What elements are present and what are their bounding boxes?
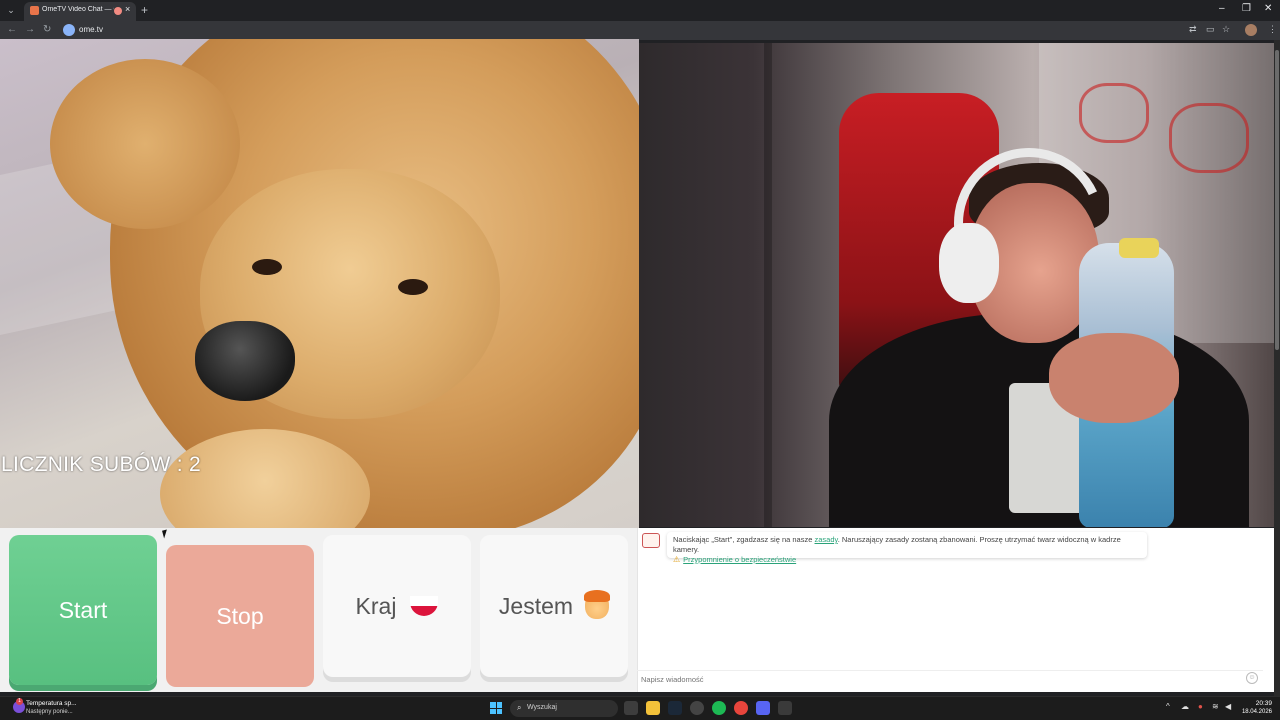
tab-title: OmeTV Video Chat — Ome bbox=[42, 6, 114, 13]
app-icon[interactable] bbox=[690, 701, 704, 715]
start-button-label: Start bbox=[58, 596, 108, 623]
country-button[interactable]: Kraj bbox=[323, 535, 471, 677]
wifi-icon[interactable]: ≋ bbox=[1212, 702, 1219, 711]
headphone-earcup bbox=[939, 223, 999, 303]
tray-app-icon[interactable]: ☁ bbox=[1181, 702, 1189, 711]
close-window-button[interactable]: ✕ bbox=[1264, 3, 1272, 14]
windows-start-icon[interactable] bbox=[490, 702, 502, 714]
sub-counter-overlay: LICZNIK SUBÓW : 2 bbox=[1, 453, 201, 476]
cast-icon[interactable]: ▭ bbox=[1206, 24, 1215, 35]
weather-subtitle[interactable]: Następny ponie... bbox=[26, 709, 73, 715]
dog-eye bbox=[252, 259, 282, 275]
search-icon: ⌕ bbox=[517, 703, 522, 712]
safety-reminder-link[interactable]: Przypomnienie o bezpieczeństwie bbox=[683, 555, 796, 564]
emoji-picker-icon[interactable]: ☺ bbox=[1246, 672, 1258, 684]
browser-menu-icon[interactable]: ⋮ bbox=[1268, 24, 1277, 35]
discord-icon[interactable] bbox=[756, 701, 770, 715]
stop-button-label: Stop bbox=[216, 602, 264, 629]
tab-close-icon[interactable]: × bbox=[125, 4, 130, 14]
gender-button[interactable]: Jestem bbox=[480, 535, 628, 677]
address-bar: ← → ↻ ome.tv ⇄ ▭ ☆ ⋮ bbox=[0, 21, 1280, 40]
chrome-icon[interactable] bbox=[734, 701, 748, 715]
message-input[interactable] bbox=[641, 673, 1201, 686]
dog-eye bbox=[398, 279, 428, 295]
app-icon[interactable] bbox=[778, 701, 792, 715]
volume-icon[interactable]: ◀ bbox=[1225, 702, 1231, 711]
rules-notice: Naciskając „Start", zgadzasz się na nasz… bbox=[667, 532, 1147, 564]
poster-graffiti bbox=[1169, 103, 1249, 173]
browser-tab[interactable]: OmeTV Video Chat — Ome × bbox=[24, 2, 136, 21]
start-button[interactable]: Start bbox=[9, 535, 157, 685]
weather-badge: 1 bbox=[16, 698, 23, 705]
person-hand bbox=[1049, 333, 1179, 423]
forward-arrow-icon[interactable]: → bbox=[25, 24, 35, 35]
tab-search-icon[interactable]: ⌄ bbox=[4, 3, 18, 17]
dog-nose bbox=[195, 321, 295, 401]
dog-ear bbox=[50, 59, 240, 229]
ometv-logo-icon bbox=[642, 533, 660, 548]
poland-flag-icon bbox=[410, 596, 439, 616]
local-video: LICZNIK SUBÓW : 2 bbox=[0, 39, 639, 528]
maximize-button[interactable]: ❐ bbox=[1242, 3, 1251, 14]
windows-taskbar: 1 Temperatura sp... Następny ponie... ⌕ … bbox=[0, 696, 1280, 720]
task-view-icon[interactable] bbox=[624, 701, 638, 715]
clock-time[interactable]: 20:39 bbox=[1238, 700, 1272, 707]
recording-indicator-icon bbox=[114, 7, 122, 15]
ometv-favicon-icon bbox=[30, 6, 39, 15]
translate-icon[interactable]: ⇄ bbox=[1189, 24, 1197, 35]
rules-link[interactable]: zasady bbox=[815, 535, 838, 544]
warning-icon: ⚠ bbox=[673, 555, 681, 564]
url-field[interactable]: ome.tv bbox=[79, 25, 103, 34]
scrollbar-thumb[interactable] bbox=[1275, 50, 1279, 350]
steam-icon[interactable] bbox=[668, 701, 682, 715]
site-info-icon[interactable] bbox=[63, 24, 75, 36]
browser-tab-bar: ⌄ OmeTV Video Chat — Ome × + – ❐ ✕ bbox=[0, 0, 1280, 21]
reload-icon[interactable]: ↻ bbox=[43, 24, 51, 35]
wall-edge bbox=[764, 43, 772, 527]
gender-button-label: Jestem bbox=[498, 592, 574, 619]
microphone-icon[interactable]: ● bbox=[1198, 702, 1203, 711]
file-explorer-icon[interactable] bbox=[646, 701, 660, 715]
clock-date[interactable]: 18.04.2026 bbox=[1238, 709, 1272, 715]
back-arrow-icon[interactable]: ← bbox=[7, 24, 17, 35]
boy-emoji-icon bbox=[584, 590, 611, 619]
profile-avatar[interactable] bbox=[1245, 24, 1257, 36]
weather-title[interactable]: Temperatura sp... bbox=[26, 700, 77, 707]
chat-input-area bbox=[637, 670, 1263, 687]
bookmark-star-icon[interactable]: ☆ bbox=[1222, 24, 1230, 35]
stop-button[interactable]: Stop bbox=[166, 545, 314, 687]
spotify-icon[interactable] bbox=[712, 701, 726, 715]
poster-graffiti bbox=[1079, 83, 1149, 143]
remote-video bbox=[639, 43, 1274, 527]
minimize-button[interactable]: – bbox=[1219, 3, 1225, 14]
country-button-label: Kraj bbox=[355, 592, 397, 619]
new-tab-button[interactable]: + bbox=[141, 3, 148, 17]
taskbar-search[interactable]: ⌕ Wyszukaj bbox=[510, 700, 618, 717]
notice-prefix: Naciskając „Start", zgadzasz się na nasz… bbox=[673, 535, 813, 544]
tray-chevron-icon[interactable]: ^ bbox=[1166, 702, 1170, 711]
bottle-cap bbox=[1119, 238, 1159, 258]
search-label: Wyszukaj bbox=[527, 704, 557, 711]
